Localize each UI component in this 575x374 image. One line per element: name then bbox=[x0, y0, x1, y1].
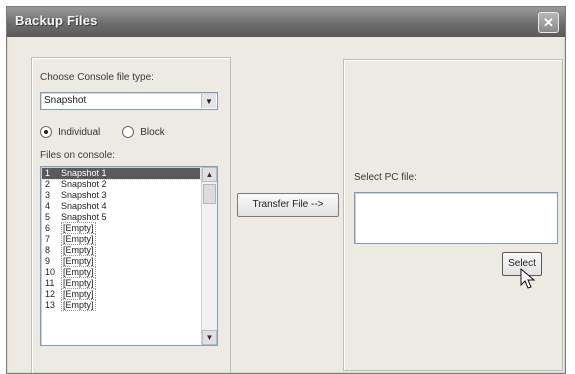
list-item-number: 7 bbox=[45, 234, 51, 244]
list-item-name: Snapshot 1 bbox=[61, 168, 107, 178]
console-files-group: Choose Console file type: Snapshot ▼ Ind… bbox=[31, 57, 231, 373]
list-item-number: 10 bbox=[45, 267, 56, 277]
individual-radio-label[interactable]: Individual bbox=[58, 127, 100, 138]
pc-file-group: Select PC file: Select bbox=[343, 59, 563, 371]
list-item-number: 3 bbox=[45, 190, 51, 200]
list-item-name: Snapshot 5 bbox=[61, 212, 107, 222]
list-item-number: 13 bbox=[45, 300, 56, 310]
list-item-name: Snapshot 2 bbox=[61, 179, 107, 189]
scroll-down-button[interactable]: ▼ bbox=[202, 330, 217, 345]
list-item-number: 11 bbox=[45, 278, 55, 288]
list-item[interactable]: 13 [Empty] bbox=[42, 299, 200, 311]
file-type-value: Snapshot bbox=[44, 95, 87, 106]
list-item-number: 4 bbox=[45, 201, 51, 211]
list-item-number: 6 bbox=[45, 223, 51, 233]
list-item-number: 8 bbox=[45, 245, 51, 255]
list-item[interactable]: 4 Snapshot 4 bbox=[42, 201, 200, 212]
file-list-items: 1 Snapshot 1 2 Snapshot 2 3 Snapshot 3 4 Snapsh… bbox=[41, 167, 201, 311]
chevron-down-icon[interactable]: ▼ bbox=[201, 94, 216, 108]
window-title: Backup Files bbox=[15, 13, 98, 28]
list-item[interactable]: 2 Snapshot 2 bbox=[42, 179, 200, 190]
mode-radio-group: Individual Block bbox=[40, 126, 165, 138]
scroll-thumb[interactable] bbox=[203, 184, 216, 204]
list-item-number: 1 bbox=[45, 168, 51, 178]
list-item-number: 9 bbox=[45, 256, 51, 266]
list-item-name: [Empty] bbox=[61, 299, 96, 311]
pc-file-path-field[interactable] bbox=[354, 192, 558, 244]
console-files-list[interactable]: 1 Snapshot 1 2 Snapshot 2 3 Snapshot 3 4 Snapsh… bbox=[40, 166, 218, 346]
dialog-body: Choose Console file type: Snapshot ▼ Ind… bbox=[11, 37, 563, 373]
list-item-number: 2 bbox=[45, 179, 51, 189]
title-bar[interactable]: Backup Files ✕ bbox=[7, 7, 565, 37]
block-radio[interactable] bbox=[122, 126, 135, 138]
list-item-name: Snapshot 3 bbox=[61, 190, 107, 200]
list-item-number: 5 bbox=[45, 212, 51, 222]
select-pc-file-label: Select PC file: bbox=[354, 172, 417, 183]
block-radio-label[interactable]: Block bbox=[140, 127, 164, 138]
close-icon: ✕ bbox=[543, 15, 554, 30]
files-on-console-label: Files on console: bbox=[40, 150, 116, 161]
list-item-number: 12 bbox=[45, 289, 56, 299]
list-item-name: Snapshot 4 bbox=[61, 201, 107, 211]
backup-files-dialog: Backup Files ✕ Choose Console file type:… bbox=[6, 6, 566, 374]
mouse-pointer-icon bbox=[520, 268, 536, 289]
chevron-down-icon: ▼ bbox=[205, 333, 214, 342]
list-scrollbar[interactable]: ▲ ▼ bbox=[201, 167, 217, 345]
file-type-dropdown[interactable]: Snapshot ▼ bbox=[40, 92, 218, 110]
file-type-label: Choose Console file type: bbox=[40, 72, 154, 83]
list-item[interactable]: 3 Snapshot 3 bbox=[42, 190, 200, 201]
transfer-file-button[interactable]: Transfer File --> bbox=[237, 193, 339, 217]
chevron-up-icon: ▲ bbox=[205, 170, 214, 179]
close-button[interactable]: ✕ bbox=[538, 12, 559, 33]
individual-radio[interactable] bbox=[40, 126, 52, 138]
scroll-up-button[interactable]: ▲ bbox=[202, 167, 217, 182]
list-item[interactable]: 1 Snapshot 1 bbox=[41, 167, 201, 180]
